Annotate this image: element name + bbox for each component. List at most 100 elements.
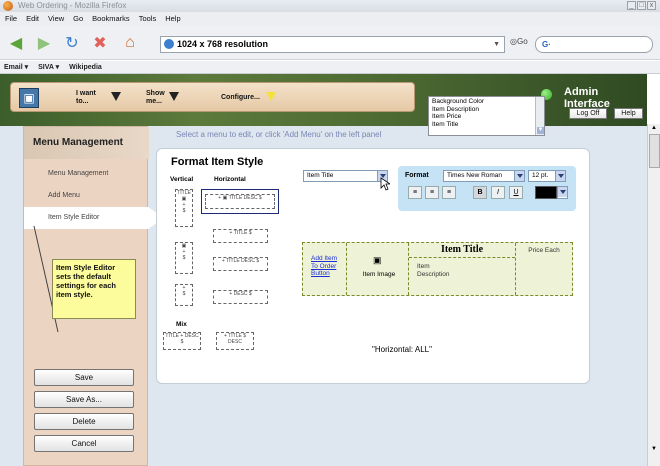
style-mix-1[interactable]: TITLE + DESC $ xyxy=(163,332,201,350)
menu-edit[interactable]: Edit xyxy=(26,12,39,26)
style-horizontal-4[interactable]: + DESC $ xyxy=(213,290,268,304)
option-background-color[interactable]: Background Color xyxy=(432,98,541,106)
sidebar-heading: Menu Management xyxy=(24,127,149,159)
select-menu-message: Select a menu to edit, or click 'Add Men… xyxy=(176,130,382,139)
show-me-arrow-icon[interactable] xyxy=(169,92,179,101)
forward-icon[interactable]: ▶ xyxy=(32,31,56,55)
mouse-cursor-icon xyxy=(380,177,390,191)
sidebar-item-menu-management[interactable]: Menu Management xyxy=(24,163,149,185)
url-bar[interactable]: 1024 x 768 resolution ▼ xyxy=(160,36,505,53)
style-horizontal-2[interactable]: + TITLE $ xyxy=(213,229,268,243)
text-format-panel: Format Times New Roman 12 pt. ≡ ≡ ≡ B I … xyxy=(398,166,576,211)
bookmark-wikipedia[interactable]: Wikipedia xyxy=(69,61,102,73)
window-controls: _ □ x xyxy=(627,1,656,10)
option-item-price[interactable]: Item Price xyxy=(432,113,541,121)
web-page: ▣ I want to... Show me... Configure... A… xyxy=(0,74,647,466)
color-select[interactable] xyxy=(557,186,568,199)
configure-dropdown-list[interactable]: Background Color Item Description Item P… xyxy=(428,96,545,136)
go-label: Go xyxy=(516,37,528,46)
preview-text-cell: Item Title Item Description xyxy=(409,243,516,295)
dropdown-arrow-icon[interactable]: ▼ xyxy=(537,127,544,134)
mix-label: Mix xyxy=(176,321,187,328)
window-title: Web Ordering - Mozilla Firefox xyxy=(18,1,127,10)
dropdown-scrollbar[interactable]: ▼ xyxy=(535,97,544,135)
help-button[interactable]: Help xyxy=(614,108,643,119)
delete-button[interactable]: Delete xyxy=(34,413,134,430)
top-banner: ▣ I want to... Show me... Configure... A… xyxy=(0,74,647,126)
item-title-preview: Item Title xyxy=(409,244,515,258)
vertical-label: Vertical xyxy=(170,176,194,183)
go-button[interactable]: ◎Go xyxy=(510,37,528,46)
firefox-icon xyxy=(3,1,13,11)
style-horizontal-1-selected[interactable]: + ▣ TITLE DESC $ xyxy=(201,189,279,214)
option-item-description[interactable]: Item Description xyxy=(432,106,541,114)
stop-icon[interactable]: ✖ xyxy=(88,31,112,55)
configure-menu[interactable]: Configure... xyxy=(221,94,260,102)
style-mix-2[interactable]: + TITLE $ DESC xyxy=(216,332,254,350)
item-image-icon: ▣ xyxy=(373,255,382,265)
page-scrollbar[interactable]: ▲ ▼ xyxy=(647,124,660,466)
search-input[interactable]: G· xyxy=(535,36,653,53)
menu-app-icon[interactable]: ▣ xyxy=(19,88,39,108)
align-right-icon[interactable]: ≡ xyxy=(442,186,456,199)
underline-button[interactable]: U xyxy=(509,186,523,199)
menu-tools[interactable]: Tools xyxy=(139,12,157,26)
bookmark-siva[interactable]: SIVA ▾ xyxy=(38,61,59,73)
browser-window: Web Ordering - Mozilla Firefox _ □ x Fil… xyxy=(0,0,660,466)
i-want-menu[interactable]: I want to... xyxy=(76,90,106,106)
maximize-button[interactable]: □ xyxy=(637,1,646,10)
style-horizontal-3[interactable]: + TITLE DESC $ xyxy=(213,257,268,271)
italic-button[interactable]: I xyxy=(491,186,505,199)
option-item-title[interactable]: Item Title xyxy=(432,121,541,129)
search-engine-label: G· xyxy=(542,40,551,49)
align-center-icon[interactable]: ≡ xyxy=(425,186,439,199)
preview-add-button-cell: Add Item To Order Button xyxy=(303,243,347,295)
item-element-select[interactable]: Item Title xyxy=(303,170,388,182)
menu-view[interactable]: View xyxy=(48,12,64,26)
scroll-down-icon[interactable]: ▼ xyxy=(651,446,657,452)
style-vertical-3[interactable]: + $ xyxy=(175,284,193,306)
style-vertical-1[interactable]: TITLE ▣ + $ xyxy=(175,189,193,227)
save-button[interactable]: Save xyxy=(34,369,134,386)
bookmarks-bar: Email ▾ SIVA ▾ Wikipedia xyxy=(0,61,660,74)
reload-icon[interactable]: ↻ xyxy=(60,31,84,55)
font-size-select[interactable]: 12 pt. xyxy=(528,170,566,182)
bookmark-email[interactable]: Email ▾ xyxy=(4,61,28,73)
style-vertical-2[interactable]: ▣ + $ xyxy=(175,242,193,274)
configure-arrow-icon[interactable] xyxy=(266,92,276,101)
font-size-dropdown-icon[interactable] xyxy=(555,171,565,181)
menu-go[interactable]: Go xyxy=(73,12,83,26)
menu-file[interactable]: File xyxy=(5,12,17,26)
cancel-button[interactable]: Cancel xyxy=(34,435,134,452)
bold-button[interactable]: B xyxy=(473,186,487,199)
top-nav-bar: ▣ I want to... Show me... Configure... xyxy=(10,82,415,112)
color-dropdown-icon[interactable] xyxy=(557,187,567,197)
log-off-button[interactable]: Log Off xyxy=(569,108,607,119)
minimize-button[interactable]: _ xyxy=(627,1,636,10)
add-item-link[interactable]: Add Item To Order Button xyxy=(311,255,345,278)
home-icon[interactable]: ⌂ xyxy=(118,31,142,55)
color-swatch[interactable] xyxy=(535,186,557,199)
item-image-label: Item Image xyxy=(362,271,396,278)
page-icon xyxy=(164,39,174,49)
font-size-value: 12 pt. xyxy=(532,172,549,179)
font-select[interactable]: Times New Roman xyxy=(443,170,525,182)
scroll-thumb[interactable] xyxy=(649,134,660,168)
format-label: Format xyxy=(405,172,429,179)
format-title: Format Item Style xyxy=(171,156,264,168)
menu-help[interactable]: Help xyxy=(165,12,180,26)
style-horizontal-1[interactable]: + ▣ TITLE DESC $ xyxy=(205,194,275,209)
back-icon[interactable]: ◀ xyxy=(4,31,28,55)
url-dropdown-icon[interactable]: ▼ xyxy=(493,37,500,52)
scroll-up-icon[interactable]: ▲ xyxy=(651,125,657,131)
i-want-arrow-icon[interactable] xyxy=(111,92,121,101)
close-button[interactable]: x xyxy=(647,1,656,10)
sidebar-item-add-menu[interactable]: Add Menu xyxy=(24,185,149,207)
align-left-icon[interactable]: ≡ xyxy=(408,186,422,199)
item-preview: Add Item To Order Button ▣ Item Image It… xyxy=(302,242,573,296)
menu-bookmarks[interactable]: Bookmarks xyxy=(92,12,130,26)
font-dropdown-icon[interactable] xyxy=(514,171,524,181)
admin-title: Admin Interface xyxy=(564,86,610,110)
help-note: Item Style Editor sets the default setti… xyxy=(52,259,136,319)
save-as-button[interactable]: Save As... xyxy=(34,391,134,408)
